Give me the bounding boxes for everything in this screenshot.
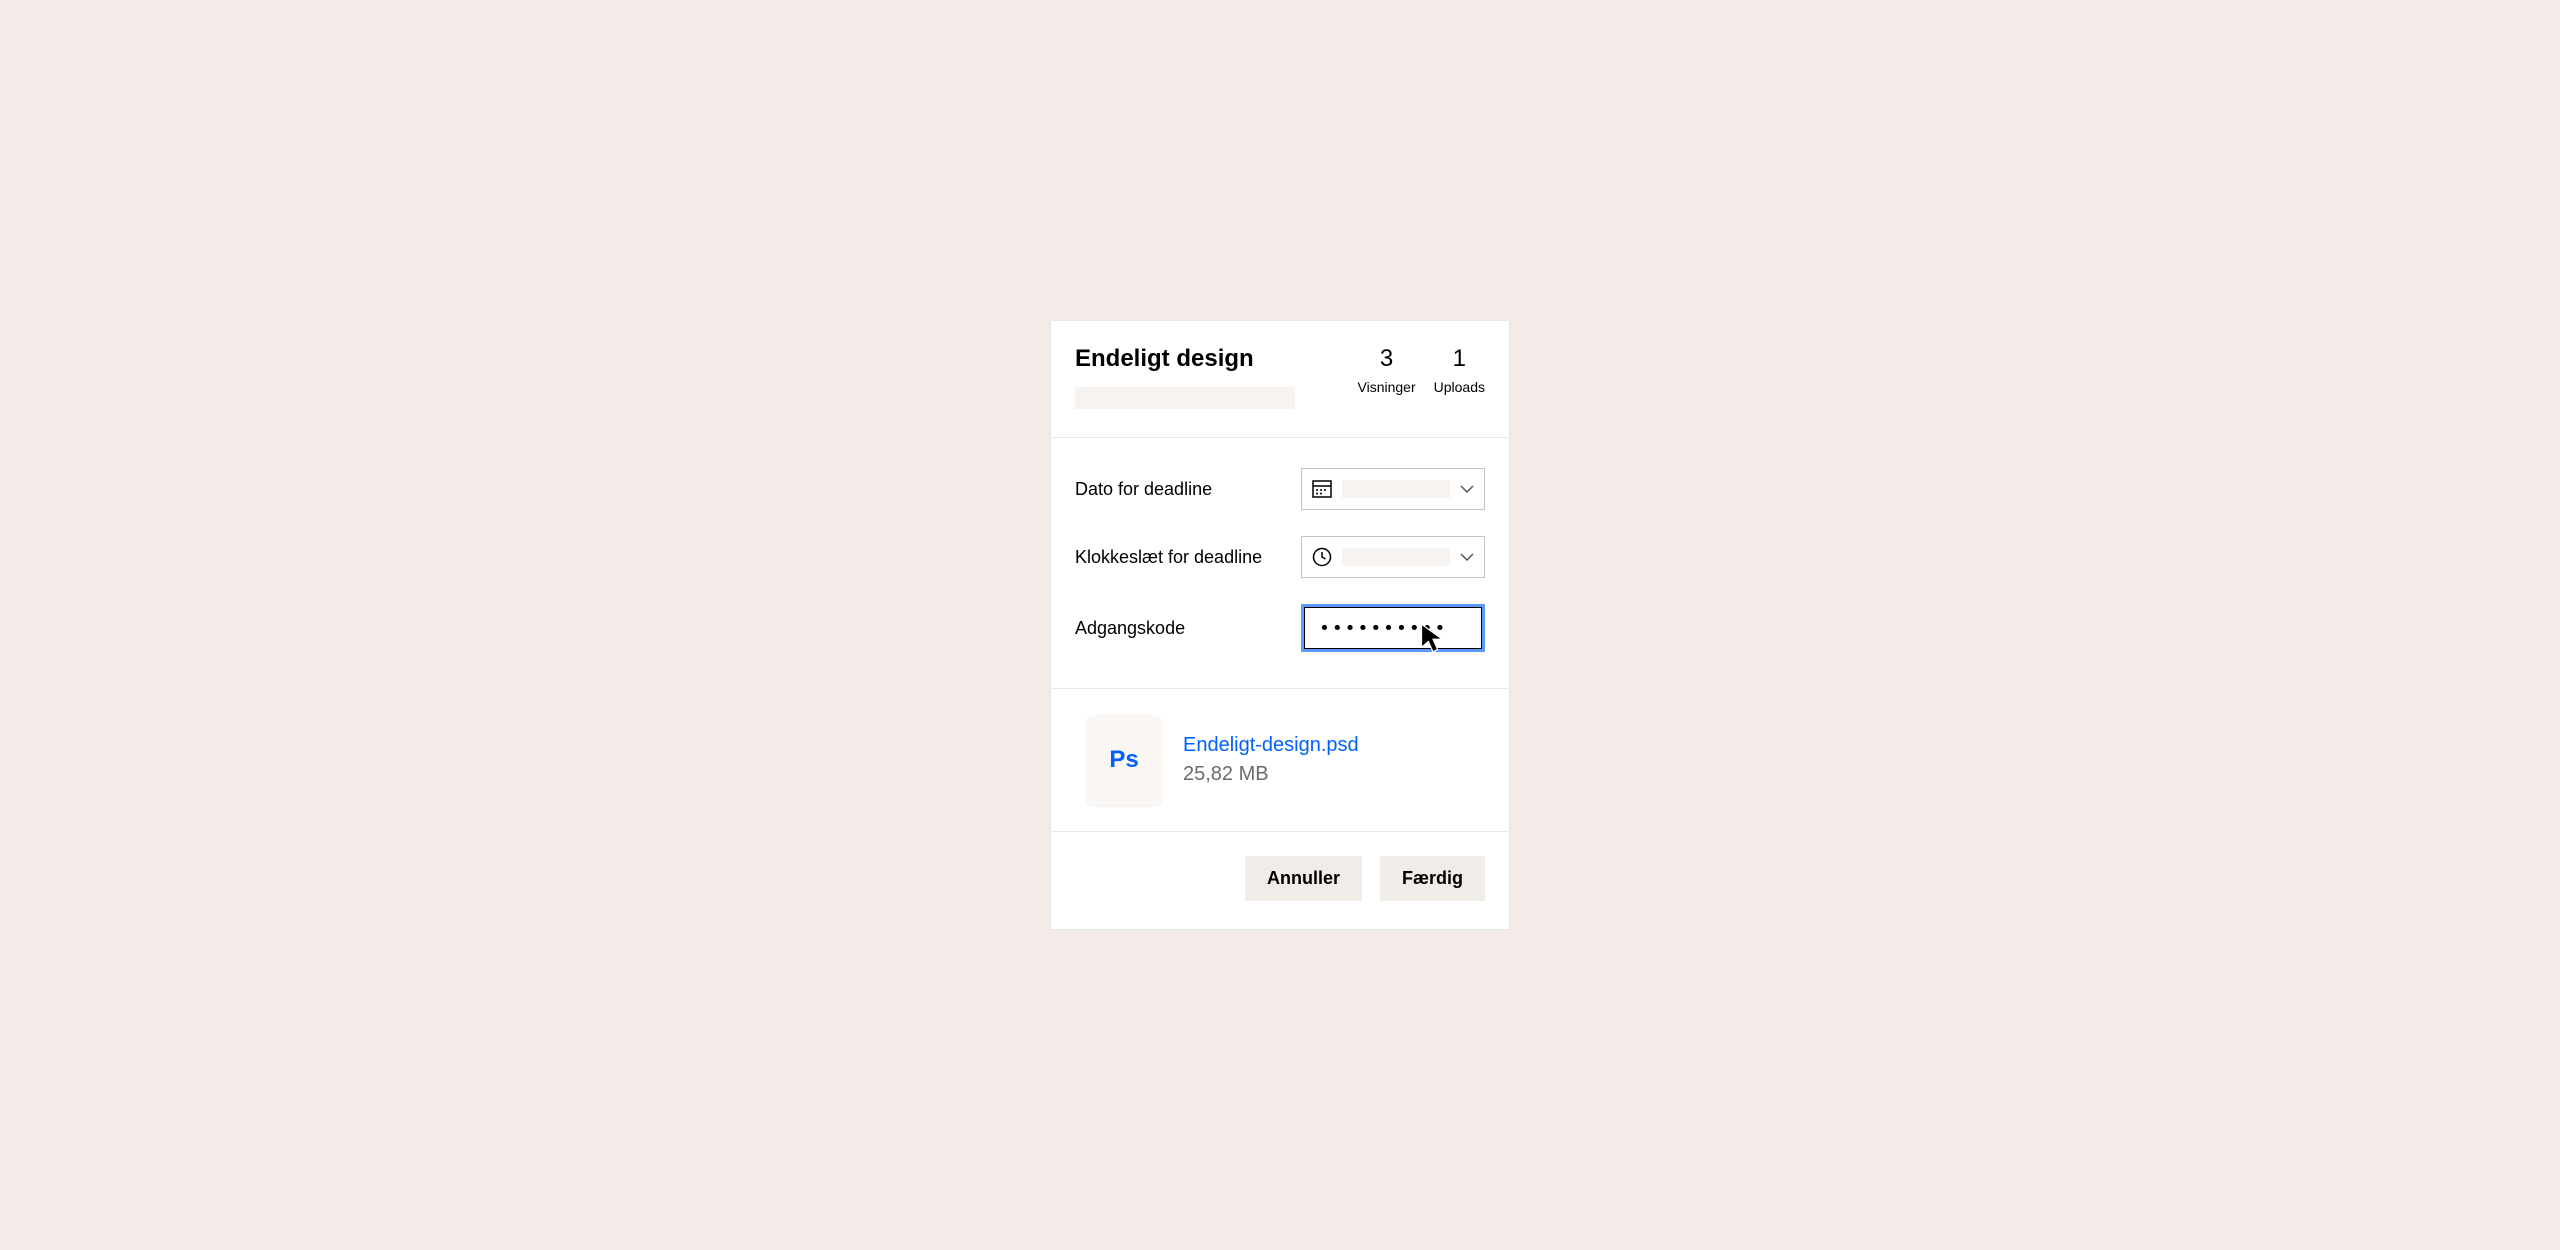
page-title: Endeligt design [1075, 345, 1295, 373]
stat-views: 3 Visninger [1358, 345, 1416, 395]
dialog-footer: Annuller Færdig [1051, 832, 1509, 929]
password-row: Adgangskode [1075, 604, 1485, 652]
file-name-link[interactable]: Endeligt-design.psd [1183, 734, 1359, 757]
form-section: Dato for deadline [1051, 438, 1509, 689]
stat-uploads-value: 1 [1453, 345, 1466, 373]
calendar-icon [1312, 479, 1332, 499]
stats: 3 Visninger 1 Uploads [1358, 345, 1486, 395]
cancel-button[interactable]: Annuller [1245, 856, 1362, 901]
date-value-placeholder [1342, 480, 1450, 498]
password-label: Adgangskode [1075, 618, 1301, 639]
chevron-down-icon [1460, 480, 1474, 498]
time-value-placeholder [1342, 548, 1450, 566]
subtitle-placeholder [1075, 387, 1295, 409]
file-section: Ps Endeligt-design.psd 25,82 MB [1051, 689, 1509, 832]
dialog-header: Endeligt design 3 Visninger 1 Uploads [1051, 321, 1509, 438]
stat-views-value: 3 [1380, 345, 1393, 373]
deadline-date-label: Dato for deadline [1075, 479, 1301, 500]
clock-icon [1312, 547, 1332, 567]
deadline-time-picker[interactable] [1301, 536, 1485, 578]
stat-uploads-label: Uploads [1434, 379, 1485, 395]
file-info: Endeligt-design.psd 25,82 MB [1183, 734, 1359, 786]
deadline-time-row: Klokkeslæt for deadline [1075, 536, 1485, 578]
deadline-time-label: Klokkeslæt for deadline [1075, 547, 1301, 568]
password-input[interactable] [1301, 604, 1485, 652]
file-size: 25,82 MB [1183, 763, 1359, 786]
done-button[interactable]: Færdig [1380, 856, 1485, 901]
header-left: Endeligt design [1075, 345, 1295, 409]
stat-views-label: Visninger [1358, 379, 1416, 395]
file-type-icon: Ps [1087, 715, 1161, 805]
file-icon-label: Ps [1109, 746, 1138, 774]
deadline-date-row: Dato for deadline [1075, 468, 1485, 510]
chevron-down-icon [1460, 548, 1474, 566]
deadline-date-picker[interactable] [1301, 468, 1485, 510]
settings-dialog: Endeligt design 3 Visninger 1 Uploads Da… [1050, 320, 1510, 930]
stat-uploads: 1 Uploads [1434, 345, 1485, 395]
